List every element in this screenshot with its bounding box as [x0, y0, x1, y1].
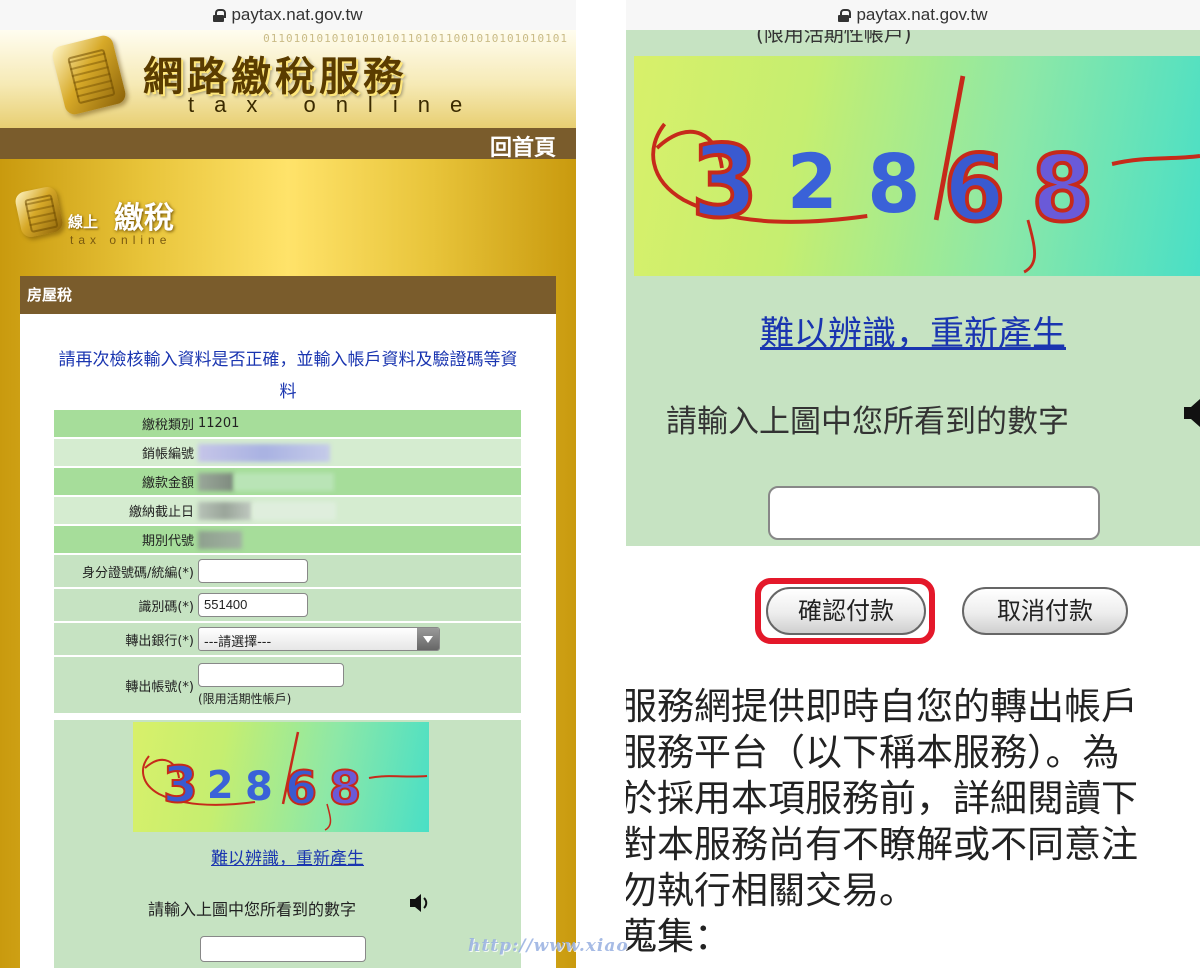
captcha-digit: 3	[691, 124, 758, 241]
redacted-value	[198, 501, 252, 520]
row-label: 繳稅類別	[54, 410, 196, 437]
captcha-digit: 6	[285, 761, 317, 815]
row-label: 轉出銀行(*)	[54, 623, 196, 655]
form-instructions: 請再次檢核輸入資料是否正確，並輸入帳戶資料及驗證碼等資料	[58, 350, 518, 402]
captcha-refresh-link[interactable]: 難以辨識，重新產生	[760, 314, 1066, 354]
row-bank: 轉出銀行(*) ---請選擇---	[54, 623, 521, 657]
terms-line: 於採用本項服務前，詳細閱讀下	[626, 777, 1138, 820]
site-subtitle: tax online	[188, 92, 483, 117]
row-label: 繳納截止日	[54, 497, 196, 524]
captcha-digit: 3	[163, 756, 198, 814]
speaker-icon[interactable]	[1182, 396, 1200, 430]
lock-icon	[838, 8, 852, 22]
id-number-input[interactable]	[198, 559, 308, 583]
captcha-image-zoomed: 3 2 8 6 8	[634, 56, 1200, 276]
captcha-input[interactable]	[200, 936, 366, 962]
tax-type-value: 11201	[196, 410, 521, 437]
captcha-digit: 8	[245, 764, 273, 810]
row-label: 識別碼(*)	[54, 589, 196, 621]
terms-line: 對本服務尚有不瞭解或不同意注	[626, 823, 1138, 866]
redacted-value	[198, 530, 242, 549]
row-label: 身分證號碼/統編(*)	[54, 555, 196, 587]
captcha-digit: 8	[329, 761, 361, 815]
captcha-digit: 2	[207, 763, 233, 807]
redacted-value	[198, 472, 234, 491]
service-terms-text: 服務網提供即時自您的轉出帳戶 服務平台（以下稱本服務）。為 於採用本項服務前，詳…	[626, 684, 1200, 960]
logo-online-label: 線上	[68, 213, 99, 231]
chip-logo-icon	[13, 185, 65, 239]
site-banner: 0110101010101010101101011001010101010101…	[0, 30, 576, 128]
terms-line: 蒐集：	[626, 915, 731, 958]
row-ident-code: 識別碼(*) 551400	[54, 589, 521, 623]
bank-select-value: ---請選擇---	[204, 635, 272, 650]
terms-line: 服務網提供即時自您的轉出帳戶	[626, 685, 1138, 728]
nav-bar: 回首頁	[0, 128, 576, 162]
row-label: 繳款金額	[54, 468, 196, 495]
row-account: 轉出帳號(*) (限用活期性帳戶)	[54, 657, 521, 715]
logo-pay-tax-label: 繳稅	[114, 201, 174, 236]
row-due-date: 繳納截止日	[54, 497, 521, 526]
lock-icon	[213, 8, 227, 22]
terms-line: 服務平台（以下稱本服務）。為	[626, 731, 1120, 774]
url-text: paytax.nat.gov.tw	[231, 5, 363, 24]
url-text: paytax.nat.gov.tw	[856, 5, 988, 24]
captcha-prompt: 請輸入上圖中您所看到的數字	[666, 404, 1069, 440]
home-link[interactable]: 回首頁	[490, 130, 556, 162]
left-screenshot: paytax.nat.gov.tw 0110101010101010101101…	[0, 0, 576, 968]
row-tax-type: 繳稅類別 11201	[54, 410, 521, 439]
captcha-prompt: 請輸入上圖中您所看到的數字	[148, 900, 357, 919]
row-label: 銷帳編號	[54, 439, 196, 466]
section-title: 房屋稅	[20, 276, 556, 314]
row-amount: 繳款金額	[54, 468, 521, 497]
right-screenshot: (限用活期性帳戶) 3 2 8 6 8 難以辨識，重新產生 請輸入上圖中您所看到…	[626, 0, 1200, 968]
row-label: 期別代號	[54, 526, 196, 553]
confirm-payment-button[interactable]: 確認付款	[766, 587, 926, 635]
cancel-payment-button[interactable]: 取消付款	[962, 587, 1128, 635]
row-bill-no: 銷帳編號	[54, 439, 521, 468]
address-bar[interactable]: paytax.nat.gov.tw	[0, 0, 576, 30]
redacted-value	[198, 443, 330, 462]
captcha-input[interactable]	[768, 486, 1100, 540]
row-period-code: 期別代號	[54, 526, 521, 555]
captcha-section: 3 2 8 6 8 難以辨識，重新產生 請輸入上圖中您所看到的數字	[54, 720, 521, 968]
row-id-number: 身分證號碼/統編(*)	[54, 555, 521, 589]
select-arrow-icon	[417, 628, 439, 650]
captcha-image: 3 2 8 6 8	[133, 722, 429, 832]
captcha-digit: 8	[1032, 135, 1093, 242]
payment-form: 繳稅類別 11201 銷帳編號 繳款金額 繳納截止日 期別代號 身分證號碼/統編…	[54, 410, 521, 715]
bank-select[interactable]: ---請選擇---	[198, 627, 440, 651]
ident-code-input[interactable]: 551400	[198, 593, 308, 617]
account-input[interactable]	[198, 663, 344, 687]
captcha-digit: 8	[867, 138, 920, 231]
captcha-svg: 3 2 8 6 8	[142, 731, 428, 831]
captcha-refresh-link[interactable]: 難以辨識，重新產生	[211, 849, 364, 869]
captcha-svg: 3 2 8 6 8	[651, 75, 1200, 274]
captcha-digit: 2	[787, 137, 838, 226]
account-note: (限用活期性帳戶)	[198, 692, 292, 706]
captcha-section-zoomed: (限用活期性帳戶) 3 2 8 6 8 難以辨識，重新產生 請輸入上圖中您所看到…	[626, 22, 1200, 546]
payment-form-card: 房屋稅 請再次檢核輸入資料是否正確，並輸入帳戶資料及驗證碼等資料 繳稅類別 11…	[20, 276, 556, 968]
chip-logo-icon	[50, 33, 128, 117]
terms-line: 勿執行相關交易。	[626, 869, 916, 912]
speaker-icon[interactable]	[408, 892, 432, 914]
row-label: 轉出帳號(*)	[54, 657, 196, 713]
logo-subtitle: tax online	[70, 233, 172, 247]
address-bar[interactable]: paytax.nat.gov.tw	[626, 0, 1200, 30]
captcha-digit: 6	[944, 135, 1005, 242]
